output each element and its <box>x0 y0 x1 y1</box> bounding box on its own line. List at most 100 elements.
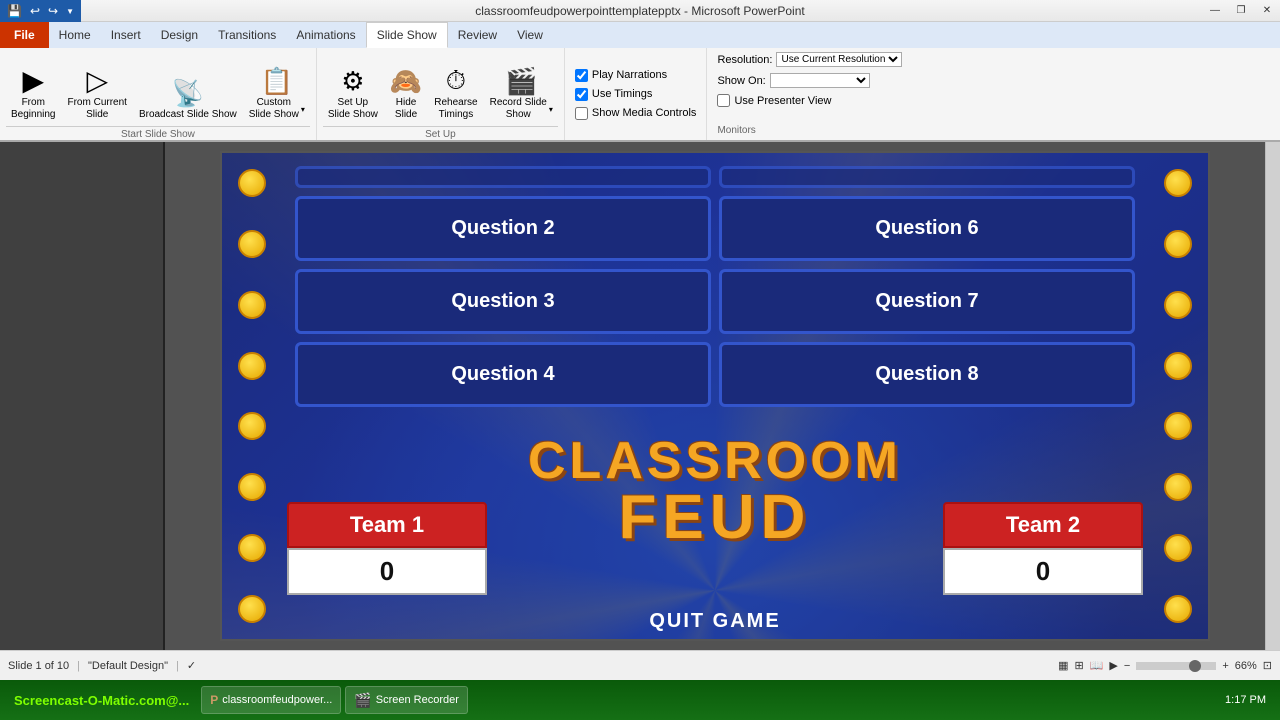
question-3-button[interactable]: Question 3 <box>295 269 711 334</box>
show-on-select[interactable] <box>770 73 870 88</box>
from-beginning-label: FromBeginning <box>11 97 55 121</box>
from-current-label: From CurrentSlide <box>67 97 126 121</box>
tab-view[interactable]: View <box>507 22 553 48</box>
qa-redo[interactable]: ↪ <box>45 4 61 18</box>
from-current-icon: ▷ <box>86 64 108 97</box>
dot <box>1164 534 1192 562</box>
qa-save[interactable]: 💾 <box>4 4 25 18</box>
minimize-button[interactable]: — <box>1202 0 1228 21</box>
custom-slideshow-icon: 📋 <box>261 66 293 97</box>
dot <box>1164 230 1192 258</box>
presenter-view-label: Use Presenter View <box>734 95 831 107</box>
qa-dropdown[interactable]: ▼ <box>63 7 77 16</box>
question-1-button[interactable] <box>295 166 711 188</box>
record-arrow: ▾ <box>549 105 553 114</box>
zoom-bar[interactable] <box>1136 662 1216 670</box>
hide-slide-button[interactable]: 🙈 HideSlide <box>385 63 427 124</box>
resolution-select[interactable]: Use Current Resolution <box>776 52 902 67</box>
screen-recorder-taskbar-item[interactable]: 🎬 Screen Recorder <box>345 686 468 714</box>
play-narrations-input[interactable] <box>575 69 588 82</box>
ppt-label: classroomfeudpower... <box>222 694 332 706</box>
question-6-button[interactable]: Question 6 <box>719 196 1135 261</box>
question-4-button[interactable]: Question 4 <box>295 342 711 407</box>
question-7-button[interactable]: Question 7 <box>719 269 1135 334</box>
from-beginning-button[interactable]: ▶ FromBeginning <box>6 61 60 124</box>
maximize-button[interactable]: ❐ <box>1228 0 1254 21</box>
quick-access: 💾 ↩ ↪ ▼ <box>0 0 81 22</box>
tab-animations[interactable]: Animations <box>286 22 365 48</box>
close-button[interactable]: ✕ <box>1254 0 1280 21</box>
dots-right <box>1148 153 1208 639</box>
status-left: Slide 1 of 10 | "Default Design" | ✓ <box>8 659 1046 672</box>
recorder-label: Screen Recorder <box>376 694 459 706</box>
question-2-button[interactable]: Question 2 <box>295 196 711 261</box>
broadcast-icon: 📡 <box>172 78 204 109</box>
custom-slideshow-label: CustomSlide Show <box>249 97 299 121</box>
show-media-check[interactable]: Show Media Controls <box>575 107 697 120</box>
tab-transitions[interactable]: Transitions <box>208 22 286 48</box>
dot <box>1164 595 1192 623</box>
taskbar-time: 1:17 PM <box>1217 694 1274 706</box>
dot <box>238 412 266 440</box>
ribbon-group-options: Play Narrations Use Timings Show Media C… <box>565 48 708 140</box>
view-slidesorter[interactable]: ⊞ <box>1074 659 1083 672</box>
ribbon-group-setup: ⚙ Set UpSlide Show 🙈 HideSlide ⏱ Rehears… <box>317 48 565 140</box>
view-normal[interactable]: ▦ <box>1058 659 1068 672</box>
hide-label: HideSlide <box>395 97 417 121</box>
show-media-input[interactable] <box>575 107 588 120</box>
tab-review[interactable]: Review <box>448 22 507 48</box>
team1-label: Team 1 <box>287 502 487 548</box>
ppt-icon: P <box>210 693 218 707</box>
broadcast-label: Broadcast Slide Show <box>139 109 237 121</box>
dot <box>1164 352 1192 380</box>
dot <box>238 230 266 258</box>
use-timings-label: Use Timings <box>592 88 653 100</box>
rehearse-button[interactable]: ⏱ RehearseTimings <box>429 62 482 124</box>
zoom-level: 66% <box>1235 660 1257 672</box>
hide-icon: 🙈 <box>390 66 422 97</box>
tab-design[interactable]: Design <box>151 22 208 48</box>
questions-grid: Question 2 Question 6 Question 3 Questio… <box>287 158 1143 415</box>
question-8-button[interactable]: Question 8 <box>719 342 1135 407</box>
quit-game-button[interactable]: QUIT GAME <box>649 610 780 633</box>
classroom-text: CLASSROOM <box>287 435 1143 487</box>
rehearse-icon: ⏱ <box>446 65 466 97</box>
tab-slide-show[interactable]: Slide Show <box>366 22 448 48</box>
taskbar: Screencast-O-Matic.com@... P classroomfe… <box>0 680 1280 720</box>
presenter-view-input[interactable] <box>717 94 730 107</box>
broadcast-button[interactable]: 📡 Broadcast Slide Show <box>134 75 242 124</box>
scrollbar[interactable] <box>1265 142 1280 650</box>
fit-window[interactable]: ⊡ <box>1263 659 1272 672</box>
tab-file[interactable]: File <box>0 22 49 48</box>
tab-home[interactable]: Home <box>49 22 101 48</box>
dot <box>1164 412 1192 440</box>
ribbon-group-start-slideshow: ▶ FromBeginning ▷ From CurrentSlide 📡 Br… <box>0 48 317 140</box>
qa-undo[interactable]: ↩ <box>27 4 43 18</box>
use-timings-input[interactable] <box>575 88 588 101</box>
status-bar: Slide 1 of 10 | "Default Design" | ✓ ▦ ⊞… <box>0 650 1280 680</box>
title-bar: 💾 ↩ ↪ ▼ classroomfeudpowerpointtemplatep… <box>0 0 1280 22</box>
zoom-thumb <box>1189 660 1201 672</box>
status-right: ▦ ⊞ 📖 ▶ − + 66% ⊡ <box>1058 659 1272 672</box>
view-reading[interactable]: 📖 <box>1090 659 1104 672</box>
zoom-in[interactable]: + <box>1222 660 1228 672</box>
ribbon-tabs: File Home Insert Design Transitions Anim… <box>0 22 1280 48</box>
question-5-button[interactable] <box>719 166 1135 188</box>
from-current-button[interactable]: ▷ From CurrentSlide <box>62 61 131 124</box>
presenter-view-check[interactable]: Use Presenter View <box>717 94 902 107</box>
play-narrations-check[interactable]: Play Narrations <box>575 69 697 82</box>
team-boxes: Team 1 0 Team 2 0 <box>287 502 1143 595</box>
zoom-out[interactable]: − <box>1124 660 1130 672</box>
use-timings-check[interactable]: Use Timings <box>575 88 697 101</box>
window-title: classroomfeudpowerpointtemplatepptx - Mi… <box>475 4 804 18</box>
play-narrations-label: Play Narrations <box>592 69 667 81</box>
spell-check-icon: ✓ <box>187 659 196 672</box>
record-button[interactable]: 🎬 Record SlideShow ▾ <box>485 63 558 124</box>
ppt-taskbar-item[interactable]: P classroomfeudpower... <box>201 686 341 714</box>
custom-slideshow-button[interactable]: 📋 CustomSlide Show ▾ <box>244 63 310 124</box>
tab-insert[interactable]: Insert <box>101 22 151 48</box>
team1-score: 0 <box>287 548 487 595</box>
dot <box>238 352 266 380</box>
view-slideshow[interactable]: ▶ <box>1109 659 1117 672</box>
setup-slideshow-button[interactable]: ⚙ Set UpSlide Show <box>323 63 383 124</box>
